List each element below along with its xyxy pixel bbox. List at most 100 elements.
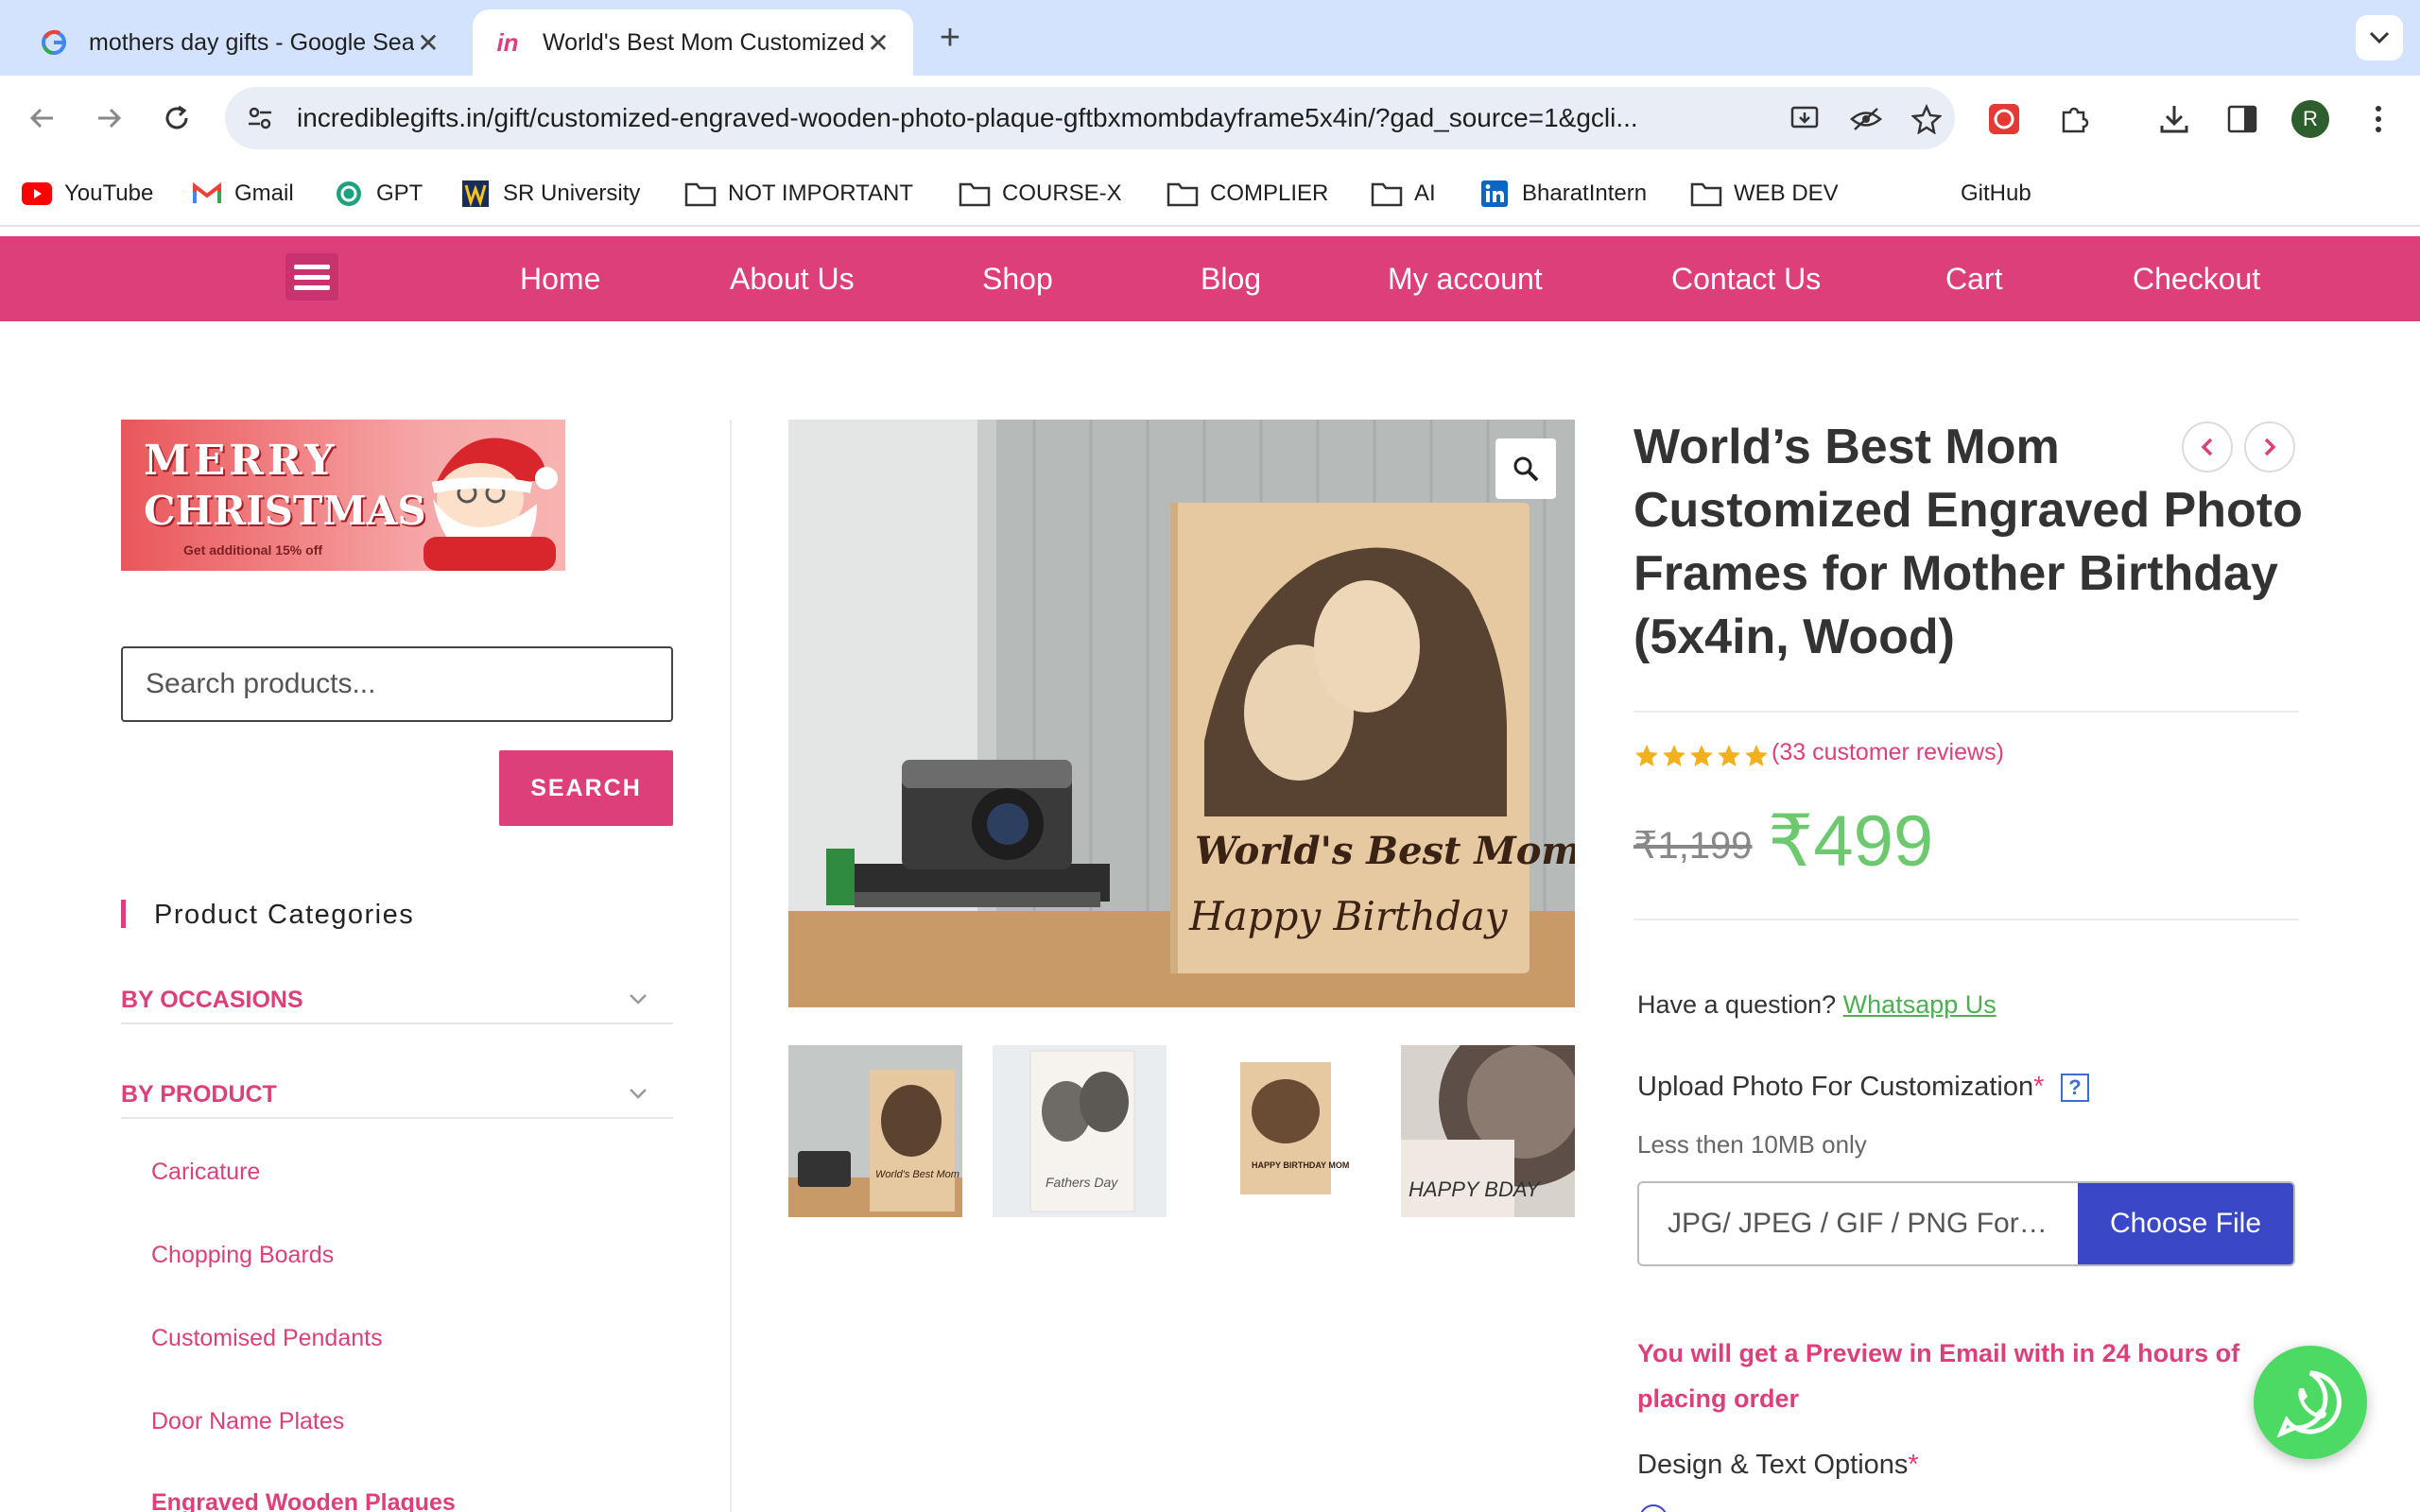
bookmark-label: COURSE-X <box>1002 180 1122 206</box>
chevron-down-icon[interactable] <box>626 987 650 1011</box>
banner-christmas: CHRISTMAS <box>144 488 426 534</box>
close-tab-icon[interactable]: ✕ <box>414 27 442 59</box>
sidebar-divider <box>730 420 732 1512</box>
category-by-occasions[interactable]: BY OCCASIONS <box>121 975 673 1024</box>
choose-file-button[interactable]: Choose File <box>2078 1183 2293 1264</box>
more-menu-icon[interactable] <box>2360 100 2397 138</box>
bookmark-folder-not-important[interactable]: NOT IMPORTANT <box>684 178 913 210</box>
regular-price: ₹1,199 <box>1634 825 1753 867</box>
category-chopping-boards[interactable]: Chopping Boards <box>151 1242 334 1269</box>
tab-title: World's Best Mom Customized Engraved Pho… <box>543 28 864 56</box>
bookmark-label: SR University <box>503 180 641 206</box>
previous-product-chevron-left-icon[interactable] <box>2182 421 2233 472</box>
chevron-down-icon[interactable] <box>626 1081 650 1106</box>
nav-blog[interactable]: Blog <box>1201 236 1261 321</box>
product-main-image[interactable]: World's Best Mom Happy Birthday <box>788 420 1575 1007</box>
whatsapp-us-link[interactable]: Whatsapp Us <box>1843 990 1996 1019</box>
incrediblegifts-icon: in <box>496 27 519 57</box>
photo-file-upload[interactable]: JPG/ JPEG / GIF / PNG Format Only Choose… <box>1637 1181 2295 1266</box>
category-door-name-plates[interactable]: Door Name Plates <box>151 1408 344 1435</box>
download-icon[interactable] <box>2155 100 2193 138</box>
bookmark-label: WEB DEV <box>1734 180 1839 206</box>
product-search-input[interactable]: Search products... <box>121 646 673 722</box>
extension-red-icon[interactable] <box>1985 100 2023 138</box>
banner-merry: MERRY <box>144 437 338 485</box>
back-arrow-icon[interactable] <box>21 96 64 140</box>
github-icon <box>1917 180 1949 208</box>
nav-cart[interactable]: Cart <box>1945 236 2002 321</box>
bookmark-star-icon[interactable] <box>1910 102 1944 136</box>
thumbnail-image: World's Best Mom <box>788 1045 962 1217</box>
bookmark-label: YouTube <box>64 180 154 206</box>
product-thumbnail[interactable]: HAPPY BIRTHDAY MOM <box>1197 1045 1371 1217</box>
bookmark-github[interactable]: GitHub <box>1917 178 2031 210</box>
close-tab-icon[interactable]: ✕ <box>864 27 892 59</box>
thumbnail-caption: HAPPY BDAY <box>1409 1177 1541 1201</box>
santa-illustration <box>424 438 558 571</box>
bookmark-gmail[interactable]: Gmail <box>191 178 294 210</box>
bookmark-folder-web-dev[interactable]: WEB DEV <box>1690 178 1839 210</box>
category-by-product[interactable]: BY PRODUCT <box>121 1070 673 1119</box>
forward-arrow-icon[interactable] <box>87 96 130 140</box>
next-product-chevron-right-icon[interactable] <box>2244 421 2295 472</box>
bookmark-label: Gmail <box>234 180 294 206</box>
openai-icon <box>333 180 365 208</box>
nav-contact-us[interactable]: Contact Us <box>1671 236 1821 321</box>
bookmark-sr-university[interactable]: SR University <box>459 178 640 210</box>
bookmark-folder-ai[interactable]: AI <box>1371 178 1436 210</box>
file-format-placeholder: JPG/ JPEG / GIF / PNG Format Only <box>1668 1208 2057 1239</box>
nav-my-account[interactable]: My account <box>1388 236 1543 321</box>
thumbnail-image: HAPPY BIRTHDAY MOM <box>1197 1045 1371 1217</box>
url-text: incrediblegifts.in/gift/customized-engra… <box>297 87 1772 149</box>
category-customised-pendants[interactable]: Customised Pendants <box>151 1325 383 1352</box>
bookmark-label: AI <box>1414 180 1436 206</box>
nav-checkout[interactable]: Checkout <box>2133 236 2260 321</box>
help-question-icon[interactable]: ? <box>2061 1074 2089 1102</box>
thumbnail-caption: HAPPY BIRTHDAY MOM <box>1252 1160 1349 1170</box>
tab-product-page[interactable]: in World's Best Mom Customized Engraved … <box>473 9 913 76</box>
rating-stars[interactable] <box>1634 743 1770 771</box>
bookmark-folder-complier[interactable]: COMPLIER <box>1167 178 1328 210</box>
bookmark-folder-course-x[interactable]: COURSE-X <box>959 178 1122 210</box>
divider <box>1634 711 2299 713</box>
product-thumbnail[interactable]: World's Best Mom <box>788 1045 962 1217</box>
thumbnail-caption: Fathers Day <box>1046 1175 1118 1190</box>
bookmark-youtube[interactable]: YouTube <box>21 178 153 210</box>
install-app-icon[interactable] <box>1789 102 1823 136</box>
bookmark-label: NOT IMPORTANT <box>728 180 914 206</box>
address-bar[interactable]: incrediblegifts.in/gift/customized-engra… <box>225 87 1955 149</box>
required-asterisk: * <box>2033 1072 2045 1102</box>
google-g-icon <box>40 28 68 57</box>
star-icon <box>1718 745 1740 766</box>
whatsapp-chat-icon[interactable] <box>2254 1346 2367 1459</box>
tab-google-search[interactable]: mothers day gifts - Google Search ✕ <box>19 9 463 76</box>
tab-search-chevron-icon[interactable] <box>2356 15 2403 60</box>
image-caption-line2: Happy Birthday <box>1188 893 1509 939</box>
site-info-icon[interactable] <box>244 102 276 134</box>
category-caricature[interactable]: Caricature <box>151 1159 260 1186</box>
nav-home[interactable]: Home <box>520 236 600 321</box>
reload-icon[interactable] <box>155 96 199 140</box>
upload-label-text: Upload Photo For Customization <box>1637 1072 2034 1102</box>
design-option-radio[interactable] <box>1639 1504 1668 1512</box>
zoom-magnifier-icon[interactable] <box>1495 438 1556 499</box>
bookmark-bharatintern[interactable]: BharatIntern <box>1478 178 1647 210</box>
profile-avatar[interactable]: R <box>2291 100 2329 138</box>
product-thumbnail[interactable]: HAPPY BDAY <box>1401 1045 1575 1217</box>
bookmark-gpt[interactable]: GPT <box>333 178 423 210</box>
category-engraved-wooden-plaques[interactable]: Engraved Wooden Plaques <box>151 1489 456 1512</box>
eye-hidden-icon[interactable] <box>1849 102 1883 136</box>
hamburger-menu-icon[interactable] <box>285 253 338 301</box>
product-thumbnail[interactable]: Fathers Day <box>993 1045 1167 1217</box>
nav-shop[interactable]: Shop <box>982 236 1053 321</box>
bookmark-label: GPT <box>376 180 424 206</box>
bookmark-label: GitHub <box>1961 180 2031 206</box>
christmas-promo-banner[interactable]: MERRY CHRISTMAS Get additional 15% off <box>121 420 565 571</box>
side-panel-icon[interactable] <box>2223 100 2261 138</box>
customer-reviews-link[interactable]: (33 customer reviews) <box>1772 739 2004 766</box>
nav-about-us[interactable]: About Us <box>730 236 855 321</box>
extensions-puzzle-icon[interactable] <box>2055 100 2093 138</box>
search-button[interactable]: SEARCH <box>499 750 673 826</box>
new-tab-icon[interactable]: + <box>931 17 969 59</box>
bookmark-label: COMPLIER <box>1210 180 1329 206</box>
